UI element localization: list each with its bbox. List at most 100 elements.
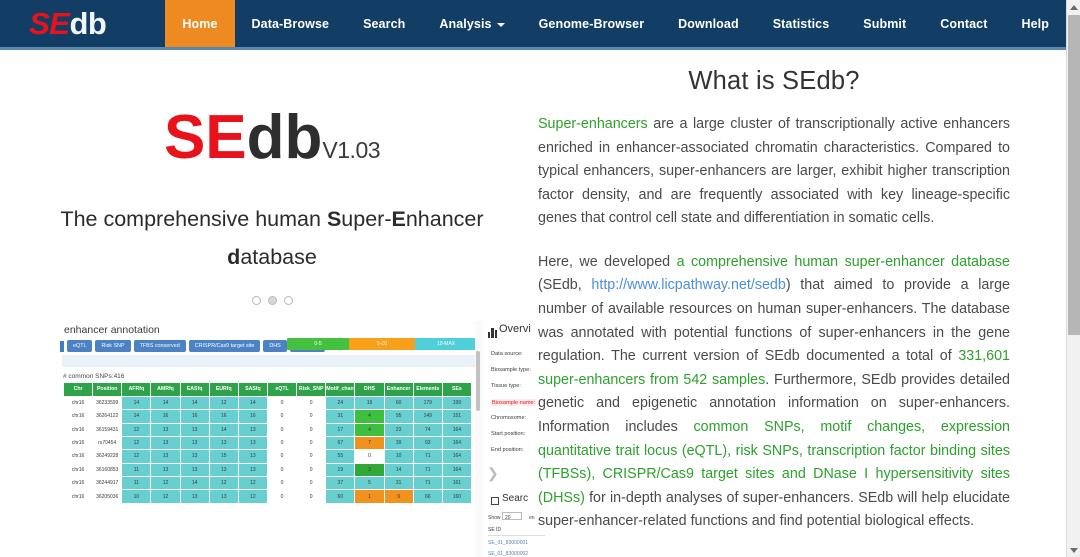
screenshot-table-cell: 14: [179, 476, 210, 491]
screenshot-table-cell: 71: [412, 462, 443, 478]
scroll-down-arrow-icon[interactable]: [1067, 543, 1080, 557]
page-content: SEdbV1.03 The comprehensive human Super-…: [0, 53, 1066, 557]
carousel-indicators: [252, 296, 293, 305]
search-result-row-2[interactable]: SE_01_83000002: [488, 551, 528, 557]
screenshot-inner: enhancer annotation eQTL Risk SNP TFBS c…: [58, 321, 483, 557]
screenshot-color-legend: 0-5 5-10 10-MAX: [287, 338, 477, 350]
nav-links: Home Data-Browse Search Analysis Genome-Brow…: [165, 0, 1066, 47]
screenshot-table-cell: 151: [441, 409, 473, 424]
screenshot-table-cell: 55: [325, 449, 356, 464]
screenshot-col-header: Enhancer: [383, 382, 414, 397]
scroll-up-arrow-icon[interactable]: [1067, 0, 1080, 14]
bar-chart-icon: [488, 328, 497, 338]
screenshot-table-cell: 10: [121, 489, 152, 504]
logo-db-text: db: [69, 5, 107, 41]
about-p2-url-link[interactable]: http://www.licpathway.net/sedb: [591, 277, 785, 293]
nav-item-label: Data-Browse: [251, 16, 330, 31]
tagline-nhancer: nhancer: [405, 207, 484, 231]
screenshot-table-cell: 0: [266, 395, 298, 411]
screenshot-tab-crispr-cas9[interactable]: CRISPR/Cas9 target site: [188, 340, 261, 352]
screenshot-table-row: chr16 36233599 14 14 14 12 14 0 0 24 19 60 179 199: [62, 395, 473, 411]
carousel-dot-2[interactable]: [268, 296, 277, 305]
screenshot-table-row: chr16 36159431 12 13 13 14 13 0 0 17 4 23 74 164: [62, 422, 473, 437]
tagline-s: S: [326, 207, 342, 231]
screenshot-col-header: eQTL: [266, 382, 298, 397]
legend-segment-mid: 5-10: [349, 338, 415, 350]
search-column-header-se-id: SE ID: [488, 527, 545, 536]
hero-db-text: db: [246, 103, 323, 172]
main-navbar: SE db Home Data-Browse Search Analysis Genome…: [0, 0, 1066, 50]
nav-item-submit[interactable]: Submit: [846, 0, 923, 47]
screenshot-tab-dhs[interactable]: DHS: [263, 340, 287, 352]
nav-item-download[interactable]: Download: [661, 0, 756, 47]
screenshot-col-header: EASfq: [179, 382, 210, 397]
screenshot-table-cell: 13: [150, 462, 181, 478]
site-logo[interactable]: SE db: [0, 0, 165, 47]
hero-se-text: SE: [163, 103, 247, 172]
screenshot-table-cell: 13: [208, 462, 239, 478]
screenshot-table-cell: 17: [325, 422, 356, 437]
nav-item-statistics[interactable]: Statistics: [756, 0, 847, 47]
nav-item-contact[interactable]: Contact: [923, 0, 1004, 47]
screenshot-table-cell: 0: [296, 409, 327, 424]
screenshot-inner-scroll-thumb[interactable]: [476, 351, 480, 411]
about-p2-highlight: a comprehensive human super-enhancer dat…: [676, 253, 1010, 270]
tagline-e: E: [391, 207, 406, 231]
screenshot-section-heading: enhancer annotation: [64, 324, 160, 336]
overview-field-tissue-type: Tissue type:: [491, 383, 521, 389]
hero-version: V1.03: [322, 137, 381, 163]
screenshot-table-cell: chr16: [62, 422, 94, 437]
screenshot-table-cell: 13: [237, 449, 268, 464]
nav-item-data-browse[interactable]: Data-Browse: [235, 0, 347, 47]
screenshot-table-cell: 13: [237, 462, 268, 478]
page-scrollbar-thumb[interactable]: [1068, 15, 1080, 335]
nav-item-genome-browser[interactable]: Genome-Browser: [522, 0, 662, 47]
screenshot-table-cell: 0: [296, 462, 327, 478]
screenshot-table-cell: 95: [383, 409, 414, 424]
screenshot-table-cell: 13: [208, 489, 239, 504]
screenshot-table-cell: 36264122: [92, 409, 123, 424]
carousel-dot-3[interactable]: [284, 296, 293, 305]
tagline-atabase: atabase: [240, 245, 317, 270]
screenshot-tab-risk-snp[interactable]: Risk SNP: [95, 340, 131, 352]
screenshot-table-cell: chr16: [62, 489, 94, 504]
nav-item-analysis[interactable]: Analysis: [422, 0, 521, 47]
page-scrollbar[interactable]: [1066, 0, 1080, 557]
screenshot-table-cell: 0: [266, 476, 298, 491]
screenshot-table-cell: 0: [266, 489, 298, 504]
screenshot-tab-strip: eQTL Risk SNP TFBS conserved CRISPR/Cas9…: [60, 340, 325, 352]
screenshot-table-cell: 199: [441, 395, 473, 411]
screenshot-snp-count-label: # common SNPs:416: [63, 373, 125, 380]
screenshot-table-cell: 164: [441, 422, 473, 437]
screenshot-table-cell: 16: [237, 409, 268, 424]
overview-field-chromosome: Chromosome:: [491, 415, 527, 421]
screenshot-table-cell: 15: [208, 449, 239, 464]
screenshot-table-cell: 0: [266, 435, 298, 451]
nav-item-help[interactable]: Help: [1005, 0, 1067, 47]
screenshot-table-cell: 13: [208, 435, 239, 451]
screenshot-table-cell: 13: [179, 489, 210, 504]
about-paragraph-1: Super-enhancers are a large cluster of t…: [538, 113, 1010, 231]
carousel-dot-1[interactable]: [252, 296, 261, 305]
overview-field-start-position: Start position:: [491, 431, 526, 437]
about-p2-text: (SEdb,: [538, 277, 592, 294]
carousel-slide-image[interactable]: enhancer annotation eQTL Risk SNP TFBS c…: [58, 321, 483, 557]
nav-item-home[interactable]: Home: [165, 0, 235, 47]
screenshot-table-cell: 0: [266, 462, 298, 478]
screenshot-header-row: Chr Position AFRfq AMRfq EASfq EURfq SASfq eQTL…: [62, 382, 473, 397]
screenshot-tab-eqtl[interactable]: eQTL: [67, 340, 93, 352]
screenshot-table-cell: 7: [354, 435, 385, 451]
screenshot-col-header: SEs: [441, 382, 473, 397]
screenshot-table-cell: 0: [296, 449, 327, 464]
screenshot-table-cell: 13: [179, 422, 210, 437]
screenshot-table-cell: 13: [237, 422, 268, 437]
screenshot-tab-tfbs-conserved[interactable]: TFBS conserved: [133, 340, 186, 352]
nav-item-search[interactable]: Search: [346, 0, 422, 47]
nav-item-label: Search: [363, 16, 406, 31]
screenshot-table-cell: 0: [296, 395, 327, 411]
search-result-row-1[interactable]: SE_01_83000001: [488, 540, 528, 546]
screenshot-table-cell: 13: [237, 435, 268, 451]
screenshot-table-cell: 0: [354, 449, 385, 464]
screenshot-table-cell: 13: [179, 449, 210, 464]
overview-field-biosample-name: Biosample name:: [491, 399, 537, 406]
